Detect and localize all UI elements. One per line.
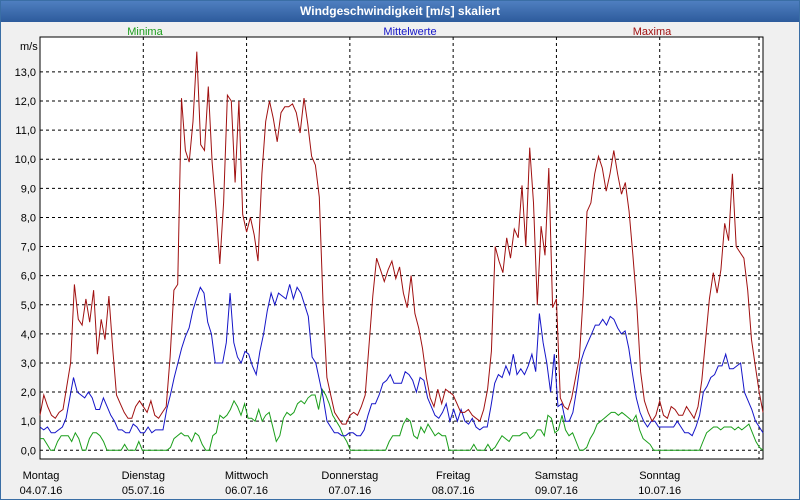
- x-date-label: 09.07.16: [535, 485, 578, 497]
- y-axis-label: m/s: [20, 41, 38, 53]
- x-date-label: 07.07.16: [328, 485, 371, 497]
- y-tick-label: 3,0: [21, 358, 36, 370]
- y-tick-label: 11,0: [15, 125, 36, 137]
- x-date-label: 06.07.16: [225, 485, 268, 497]
- y-tick-label: 1,0: [21, 416, 36, 428]
- y-tick-label: 6,0: [21, 271, 36, 283]
- x-date-label: 04.07.16: [20, 485, 63, 497]
- y-tick-label: 12,0: [15, 96, 36, 108]
- y-tick-label: 9,0: [21, 183, 36, 195]
- x-day-label: Samstag: [535, 470, 578, 482]
- y-tick-label: 7,0: [21, 242, 36, 254]
- x-day-label: Mittwoch: [225, 470, 268, 482]
- plot-area: [39, 36, 764, 460]
- y-tick-label: 5,0: [21, 300, 36, 312]
- y-tick-label: 2,0: [21, 387, 36, 399]
- x-day-label: Dienstag: [122, 470, 165, 482]
- legend-mittelwerte: Mittelwerte: [383, 26, 436, 38]
- chart-canvas: 0,0 1,0 2,0 3,0 4,0 5,0 6,0 7,0 8,0 9,0 10,0 11,0 12…: [15, 26, 764, 497]
- x-date-label: 10.07.16: [638, 485, 681, 497]
- x-day-label: Montag: [23, 470, 60, 482]
- x-date-label: 05.07.16: [122, 485, 165, 497]
- y-tick-label: 13,0: [15, 67, 36, 79]
- x-day-label: Donnerstag: [321, 470, 378, 482]
- legend-minima: Minima: [127, 26, 163, 38]
- x-day-label: Freitag: [436, 470, 470, 482]
- y-tick-label: 4,0: [21, 329, 36, 341]
- x-date-label: 08.07.16: [432, 485, 475, 497]
- y-tick-label: 8,0: [21, 212, 36, 224]
- y-tick-label: 10,0: [15, 154, 36, 166]
- legend-maxima: Maxima: [633, 26, 672, 38]
- x-day-label: Sonntag: [639, 470, 680, 482]
- y-tick-label: 0,0: [21, 445, 36, 457]
